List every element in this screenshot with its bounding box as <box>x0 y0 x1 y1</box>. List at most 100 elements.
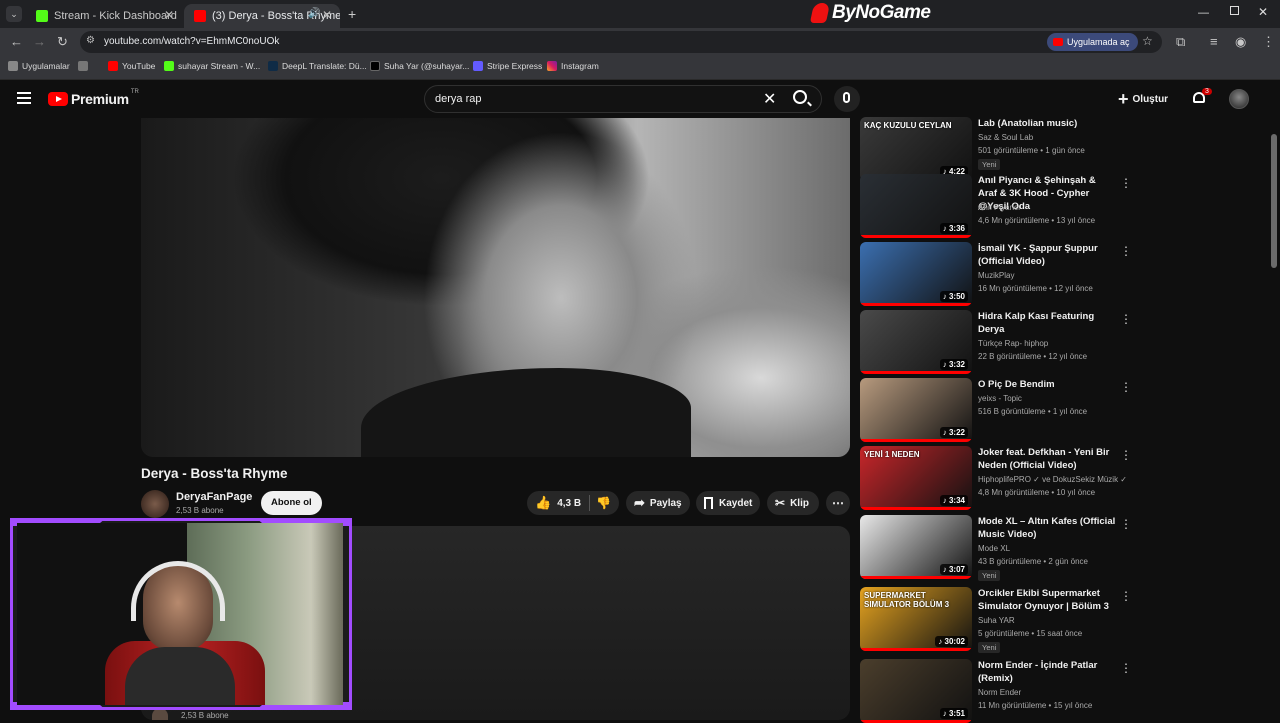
clear-search-icon[interactable]: ✕ <box>763 89 776 109</box>
video-thumbnail[interactable]: ♪ 3:07 <box>860 515 972 579</box>
youtube-premium-logo[interactable]: Premium TR <box>48 89 139 107</box>
search-input[interactable]: derya rap <box>435 93 481 105</box>
recommendation-item[interactable]: KAÇ KUZULU CEYLAN ♪ 4:22 Lab (Anatolian mu… <box>860 117 1130 181</box>
restore-button[interactable] <box>1230 6 1239 15</box>
video-thumbnail[interactable]: ♪ 3:32 <box>860 310 972 374</box>
video-thumbnail[interactable]: ♪ 3:36 <box>860 174 972 238</box>
search-icon[interactable] <box>793 90 807 104</box>
video-duration: ♪ 3:51 <box>939 708 968 719</box>
bookmark-apps[interactable]: Uygulamalar <box>8 61 70 71</box>
recommendation-title[interactable]: O Piç De Bendim <box>978 378 1116 391</box>
avatar[interactable] <box>1229 89 1249 109</box>
recommendation-channel[interactable]: HiphoplifePRO ✓ ve DokuzSekiz Müzik ✓ <box>978 475 1127 484</box>
video-thumbnail[interactable]: ♪ 3:50 <box>860 242 972 306</box>
channel-name[interactable]: DeryaFanPage <box>176 491 252 503</box>
recommendation-title[interactable]: İsmail YK - Şappur Şuppur (Official Vide… <box>978 242 1116 268</box>
watch-progress-bar <box>860 507 972 510</box>
more-options-icon[interactable]: ⋮ <box>1120 589 1132 603</box>
recommendation-channel[interactable]: Norm Ender <box>978 688 1021 697</box>
recommendation-meta: 5 görüntüleme • 15 saat önce <box>978 629 1083 638</box>
voice-search-button[interactable] <box>834 86 860 112</box>
reload-icon[interactable]: ↻ <box>57 34 68 50</box>
share-button[interactable]: ➦ Paylaş <box>626 491 690 515</box>
bookmark-tiktok[interactable]: Suha Yar (@suhayar... <box>370 61 469 71</box>
recommendation-item[interactable]: ♪ 3:50 İsmail YK - Şappur Şuppur (Officia… <box>860 242 1132 306</box>
recommendation-channel[interactable]: Türkçe Rap- hiphop <box>978 339 1048 348</box>
recommendation-channel[interactable]: Suha YAR <box>978 616 1015 625</box>
new-tab-button[interactable]: + <box>348 6 356 22</box>
recommendation-item[interactable]: ♪ 3:51 Norm Ender - İçinde Patlar (Remix)… <box>860 659 1132 723</box>
recommendation-item[interactable]: ♪ 3:22 O Piç De Bendim yeixs - Topic 516 B … <box>860 378 1132 442</box>
recommendation-title[interactable]: Norm Ender - İçinde Patlar (Remix) <box>978 659 1116 685</box>
like-button[interactable]: 👍 4,3 B <box>527 495 581 511</box>
recommendation-item[interactable]: SUPERMARKET SIMULATOR BÖLÜM 3 ♪ 30:02 Orci… <box>860 587 1132 653</box>
recommendation-channel[interactable]: Anıl Piyancı <box>978 203 1020 212</box>
recommendation-title[interactable]: Mode XL – Altın Kafes (Official Music Vi… <box>978 515 1116 541</box>
tab-youtube-video[interactable]: (3) Derya - Boss'ta Rhyme 🔊 ✕ <box>184 4 340 28</box>
bookmark-deepl[interactable]: DeepL Translate: Dü... <box>268 61 367 71</box>
more-options-icon[interactable]: ⋮ <box>1120 448 1132 462</box>
recommendation-title[interactable]: Lab (Anatolian music) <box>978 117 1116 130</box>
more-options-icon[interactable]: ⋮ <box>1120 661 1132 675</box>
recommendation-item[interactable]: ♪ 3:07 Mode XL – Altın Kafes (Official Mu… <box>860 515 1132 581</box>
tab-title: Stream - Kick Dashboard <box>54 10 177 22</box>
profile-icon[interactable]: ◉ <box>1235 34 1246 50</box>
bookmark-star-icon[interactable]: ☆ <box>1142 34 1153 48</box>
video-thumbnail[interactable]: ♪ 3:22 <box>860 378 972 442</box>
bookmark-grid[interactable] <box>78 61 92 71</box>
search-bar[interactable]: derya rap ✕ <box>424 85 822 113</box>
tab-search-button[interactable]: ⌄ <box>6 6 22 22</box>
close-window-button[interactable]: ✕ <box>1258 5 1268 19</box>
scissors-icon: ✂ <box>775 496 786 510</box>
more-options-icon[interactable]: ⋮ <box>1120 176 1132 190</box>
create-button[interactable]: + Oluştur <box>1118 88 1168 110</box>
bookmark-kick[interactable]: suhayar Stream - W... <box>164 61 260 71</box>
video-thumbnail[interactable]: KAÇ KUZULU CEYLAN ♪ 4:22 <box>860 117 972 181</box>
clip-button[interactable]: ✂ Klip <box>767 491 819 515</box>
video-thumbnail[interactable]: SUPERMARKET SIMULATOR BÖLÜM 3 ♪ 30:02 <box>860 587 972 651</box>
bookmark-instagram[interactable]: Instagram <box>547 61 599 71</box>
recommendation-item[interactable]: ♪ 3:36 Anıl Piyancı & Şehinşah & Araf & 3… <box>860 174 1132 238</box>
extensions-icon[interactable]: ⧉ <box>1176 34 1185 50</box>
page-scrollbar[interactable] <box>1271 134 1277 268</box>
notifications-button[interactable]: 3 <box>1192 88 1212 106</box>
speaker-icon[interactable]: 🔊 <box>308 8 320 19</box>
video-thumbnail[interactable]: YENİ 1 NEDEN ♪ 3:34 <box>860 446 972 510</box>
more-options-icon[interactable]: ⋮ <box>1120 517 1132 531</box>
url-text[interactable]: youtube.com/watch?v=EhmMC0noUOk <box>104 36 279 47</box>
more-options-icon[interactable]: ⋮ <box>1120 312 1132 326</box>
bookmark-stripe[interactable]: Stripe Express <box>473 61 542 71</box>
tab-kick-dashboard[interactable]: Stream - Kick Dashboard ✕ <box>26 4 182 28</box>
recommendation-title[interactable]: Orcikler Ekibi Supermarket Simulator Oyn… <box>978 587 1116 613</box>
site-info-icon[interactable]: ⚙ <box>86 35 95 46</box>
omnibox[interactable]: ⚙ youtube.com/watch?v=EhmMC0noUOk Uygula… <box>80 31 1162 53</box>
close-tab-icon[interactable]: ✕ <box>164 8 174 22</box>
more-actions-button[interactable]: ⋯ <box>826 491 850 515</box>
back-icon[interactable]: ← <box>10 34 23 49</box>
channel-avatar[interactable] <box>141 490 169 518</box>
open-in-app-button[interactable]: Uygulamada aç <box>1047 33 1138 51</box>
more-options-icon[interactable]: ⋮ <box>1120 244 1132 258</box>
recommendation-item[interactable]: ♪ 3:32 Hidra Kalp Kası Featuring Derya Tür… <box>860 310 1132 374</box>
minimize-button[interactable]: — <box>1198 7 1209 19</box>
hamburger-menu-icon[interactable] <box>17 92 31 104</box>
recommendation-channel[interactable]: MuzikPlay <box>978 271 1014 280</box>
save-button[interactable]: Kaydet <box>696 491 760 515</box>
subscribe-button[interactable]: Abone ol <box>261 491 322 515</box>
close-tab-icon[interactable]: ✕ <box>322 8 332 22</box>
forward-icon[interactable]: → <box>33 34 46 49</box>
recommendation-channel[interactable]: yeixs - Topic <box>978 394 1022 403</box>
recommendation-title[interactable]: Hidra Kalp Kası Featuring Derya <box>978 310 1116 336</box>
recommendation-channel[interactable]: Saz & Soul Lab <box>978 133 1033 142</box>
clip-label: Klip <box>790 497 809 509</box>
bookmark-youtube[interactable]: YouTube <box>108 61 155 71</box>
video-thumbnail[interactable]: ♪ 3:51 <box>860 659 972 723</box>
recommendation-item[interactable]: YENİ 1 NEDEN ♪ 3:34 Joker feat. Defkhan - … <box>860 446 1132 510</box>
video-player[interactable] <box>141 118 850 457</box>
menu-icon[interactable]: ⋮ <box>1262 34 1275 50</box>
more-options-icon[interactable]: ⋮ <box>1120 380 1132 394</box>
dislike-button[interactable]: 👎 <box>590 496 611 510</box>
recommendation-channel[interactable]: Mode XL <box>978 544 1010 553</box>
media-control-icon[interactable]: ≡ <box>1210 34 1218 49</box>
recommendation-title[interactable]: Joker feat. Defkhan - Yeni Bir Neden (Of… <box>978 446 1116 472</box>
